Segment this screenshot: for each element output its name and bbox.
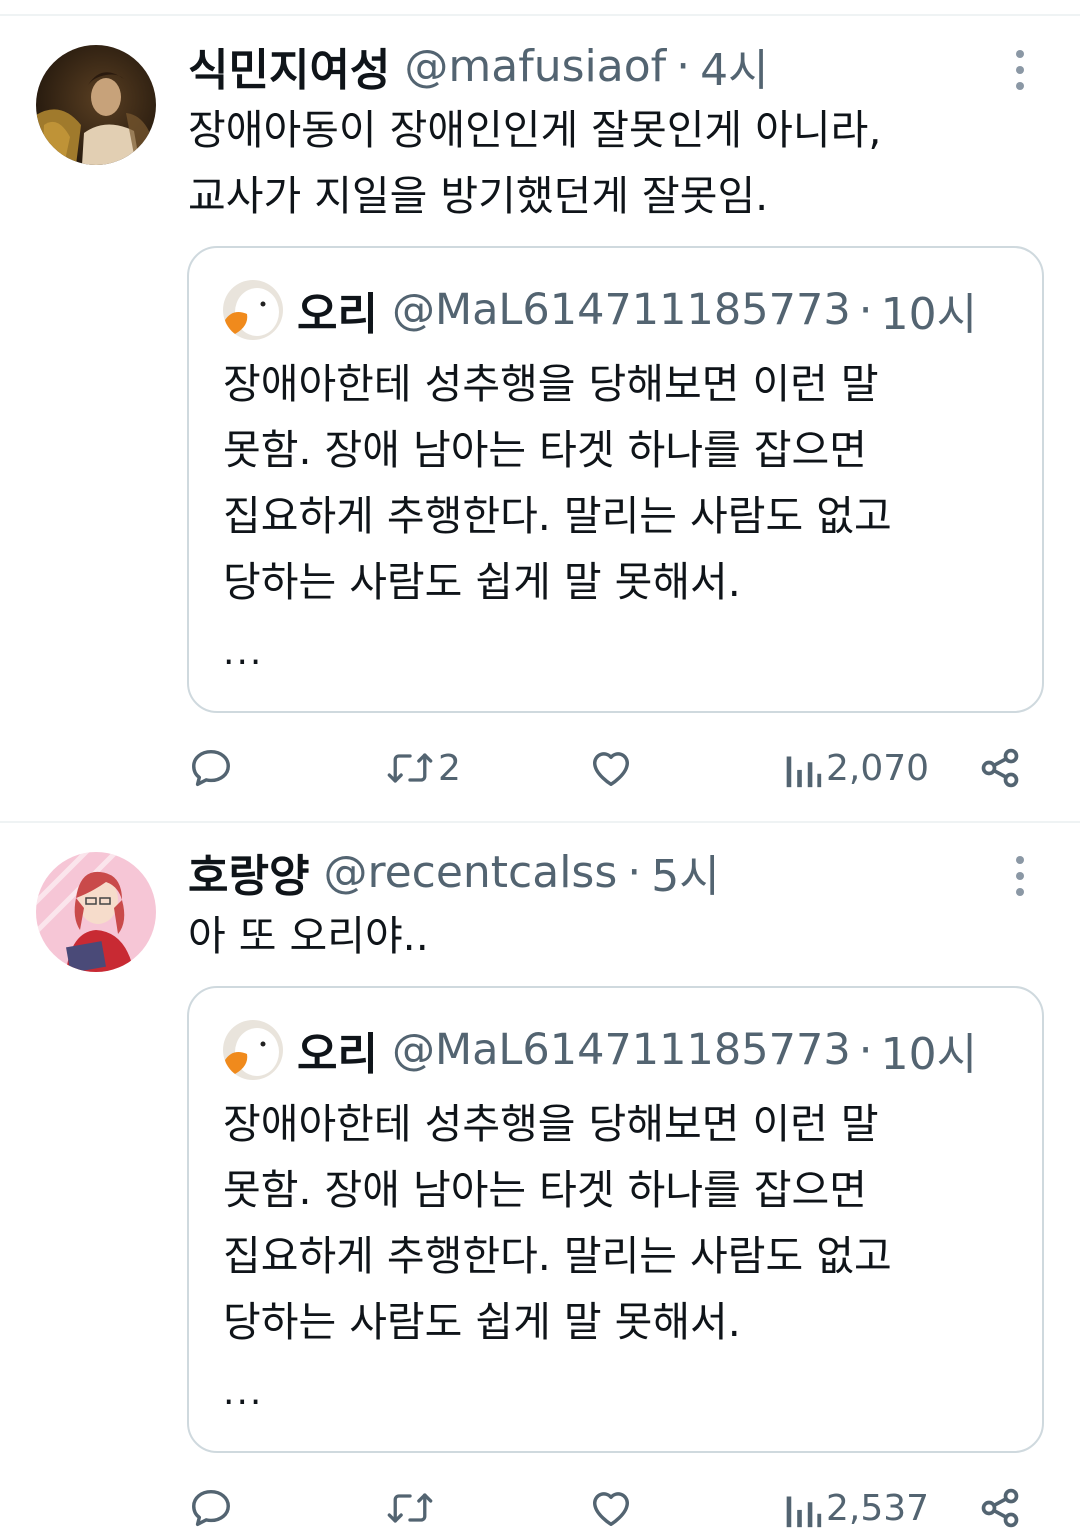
like-button[interactable] — [588, 738, 638, 798]
duck-avatar — [223, 1020, 283, 1080]
views-button[interactable]: 2,070 — [782, 738, 929, 798]
reply-button[interactable] — [188, 1478, 238, 1538]
quoted-text-line: 못함. 장애 남아는 타겟 하나를 잡으면 — [223, 1166, 867, 1214]
author-handle[interactable]: @recentcalss — [323, 847, 617, 898]
tweet-text: 장애아동이 장애인인게 잘못인게 아니라, 교사가 지일을 방기했던게 잘못임. — [188, 97, 1048, 229]
like-button[interactable] — [588, 1478, 638, 1538]
share-icon — [981, 1488, 1019, 1528]
quoted-tweet[interactable]: 오리 @MaL614711185773 · 10시 장애아한테 성추행을 당해보… — [187, 246, 1044, 713]
anime-girl-avatar — [36, 852, 156, 972]
quoted-tweet-time[interactable]: 10시 — [881, 1018, 977, 1082]
quoted-tweet-header: 오리 @MaL614711185773 · 10시 — [223, 1020, 977, 1080]
quoted-author-name[interactable]: 오리 — [297, 278, 378, 342]
views-button[interactable]: 2,537 — [782, 1478, 929, 1538]
tweet-text-line: 장애아동이 장애인인게 잘못인게 아니라, — [188, 106, 882, 154]
tweet-text-line: 아 또 오리야.. — [188, 912, 429, 960]
share-button[interactable] — [978, 738, 1022, 798]
retweet-count: 2 — [438, 747, 461, 789]
author-handle[interactable]: @mafusiaof — [404, 41, 666, 92]
quoted-text-line: 집요하게 추행한다. 말리는 사람도 없고 — [223, 492, 892, 540]
tweet[interactable]: 식민지여성 @mafusiaof · 4시 장애아동이 장애인인게 잘못인게 아… — [0, 0, 1080, 820]
quoted-author-name[interactable]: 오리 — [297, 1018, 378, 1082]
quoted-tweet-time[interactable]: 10시 — [881, 278, 977, 342]
tweet-time[interactable]: 5시 — [651, 840, 719, 904]
quoted-author-handle[interactable]: @MaL614711185773 — [392, 1025, 851, 1075]
retweet-button[interactable] — [386, 1478, 438, 1538]
retweet-button[interactable]: 2 — [386, 738, 461, 798]
share-icon — [981, 748, 1019, 788]
action-bar: 2,537 — [0, 1478, 1080, 1538]
tweet-time[interactable]: 4시 — [700, 34, 768, 98]
reply-icon — [192, 749, 230, 787]
separator-dot: · — [676, 40, 691, 92]
separator-dot: · — [627, 846, 642, 898]
quoted-tweet[interactable]: 오리 @MaL614711185773 · 10시 장애아한테 성추행을 당해보… — [187, 986, 1044, 1453]
tweet-header: 호랑양 @recentcalss · 5시 — [188, 844, 720, 903]
avatar — [223, 1020, 283, 1080]
avatar[interactable] — [36, 45, 156, 165]
retweet-icon — [387, 753, 433, 783]
quoted-author-handle[interactable]: @MaL614711185773 — [392, 285, 851, 335]
quoted-text-line: 못함. 장애 남아는 타겟 하나를 잡으면 — [223, 426, 867, 474]
views-count: 2,070 — [826, 747, 930, 789]
tweet-header: 식민지여성 @mafusiaof · 4시 — [188, 38, 769, 97]
action-bar: 2 2,070 — [0, 738, 1080, 798]
quoted-text-line: 장애아한테 성추행을 당해보면 이런 말 — [223, 1100, 879, 1148]
retweet-icon — [387, 1493, 433, 1523]
views-chart-icon — [786, 756, 822, 788]
quoted-text-line: 장애아한테 성추행을 당해보면 이런 말 — [223, 360, 879, 408]
painting-portrait-avatar — [36, 45, 156, 165]
reply-button[interactable] — [188, 738, 238, 798]
author-name[interactable]: 호랑양 — [188, 840, 309, 904]
heart-icon — [592, 752, 630, 787]
author-name[interactable]: 식민지여성 — [188, 34, 390, 98]
views-chart-icon — [786, 1496, 822, 1528]
quoted-ellipsis: ... — [223, 1372, 264, 1413]
more-options-icon[interactable] — [1006, 846, 1034, 906]
quoted-text-line: 당하는 사람도 쉽게 말 못해서. — [223, 558, 741, 606]
quoted-tweet-header: 오리 @MaL614711185773 · 10시 — [223, 280, 977, 340]
avatar[interactable] — [36, 852, 156, 972]
heart-icon — [592, 1492, 630, 1527]
quoted-text-line: 당하는 사람도 쉽게 말 못해서. — [223, 1298, 741, 1346]
tweet-text-line: 교사가 지일을 방기했던게 잘못임. — [188, 172, 769, 220]
separator-dot: · — [858, 284, 873, 336]
tweet-text: 아 또 오리야.. — [188, 903, 1048, 969]
quoted-tweet-text: 장애아한테 성추행을 당해보면 이런 말 못함. 장애 남아는 타겟 하나를 잡… — [223, 351, 1013, 615]
separator-dot: · — [858, 1024, 873, 1076]
quoted-text-line: 집요하게 추행한다. 말리는 사람도 없고 — [223, 1232, 892, 1280]
quoted-tweet-text: 장애아한테 성추행을 당해보면 이런 말 못함. 장애 남아는 타겟 하나를 잡… — [223, 1091, 1013, 1355]
reply-icon — [192, 1489, 230, 1527]
avatar — [223, 280, 283, 340]
quoted-ellipsis: ... — [223, 632, 264, 673]
tweet[interactable]: 호랑양 @recentcalss · 5시 아 또 오리야.. 오리 @MaL6… — [0, 822, 1080, 1538]
views-count: 2,537 — [826, 1487, 930, 1529]
share-button[interactable] — [978, 1478, 1022, 1538]
more-options-icon[interactable] — [1006, 40, 1034, 100]
duck-avatar — [223, 280, 283, 340]
